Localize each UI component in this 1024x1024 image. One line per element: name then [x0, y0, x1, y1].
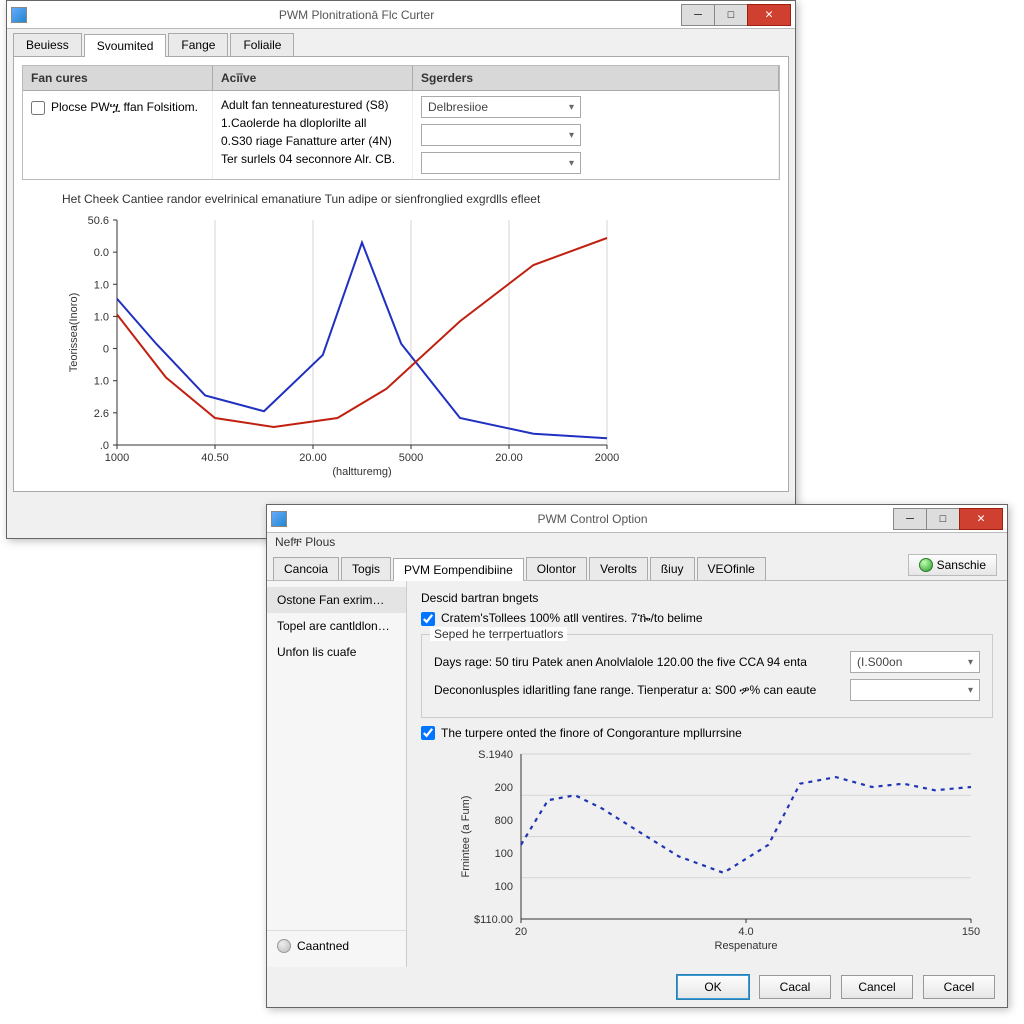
svg-text:200: 200 — [495, 782, 513, 794]
tabs-1: Beuiess Svoumited Fange Foliaile — [7, 29, 795, 56]
section-title: Descid bartran bngets — [421, 591, 993, 605]
cacel-button[interactable]: Cacel — [923, 975, 995, 999]
tab-olontor[interactable]: Olontor — [526, 557, 587, 580]
menubar[interactable]: Nefቸ Plous — [267, 533, 1007, 552]
svg-text:4.0: 4.0 — [738, 926, 753, 938]
chevron-down-icon: ▾ — [968, 657, 973, 668]
cancel-button-2[interactable]: Cancel — [841, 975, 913, 999]
svg-text:20.00: 20.00 — [495, 452, 523, 464]
check-2[interactable]: The turpere onted the finore of Congoran… — [421, 726, 993, 740]
svg-text:1.0: 1.0 — [94, 311, 109, 323]
group-legend: Seped he terrpertuatlors — [430, 627, 567, 641]
close-button[interactable]: ✕ — [959, 508, 1003, 530]
fan-grid: Fan cures Acīīve Sgerders Plocse PWሧ ffa… — [22, 65, 780, 180]
tab-fange[interactable]: Fange — [168, 33, 228, 56]
svg-text:2000: 2000 — [595, 452, 619, 464]
active-line-3: Ter surlels 04 seconnore Alr. CB. — [221, 150, 404, 168]
chevron-down-icon: ▾ — [569, 102, 574, 113]
active-line-1: 1.Caolerde ha dloplorilte all — [221, 114, 404, 132]
svg-text:150: 150 — [962, 926, 980, 938]
tab-togis[interactable]: Togis — [341, 557, 391, 580]
tab-beuiess[interactable]: Beuiess — [13, 33, 82, 56]
row2-combo[interactable]: ▾ — [850, 679, 980, 701]
app-icon — [271, 511, 287, 527]
svg-text:.0: .0 — [100, 440, 109, 452]
side-item-1[interactable]: Topel are cantldlon… — [267, 613, 406, 639]
refresh-icon — [919, 558, 933, 572]
svg-text:1.0: 1.0 — [94, 279, 109, 291]
maximize-button[interactable]: ☐ — [714, 4, 748, 26]
svg-text:1000: 1000 — [105, 452, 129, 464]
svg-text:0: 0 — [103, 344, 109, 356]
titlebar-1: PWM Plonitrationā Flc Curter — ☐ ✕ — [7, 1, 795, 29]
ok-button[interactable]: OK — [677, 975, 749, 999]
app-icon — [11, 7, 27, 23]
active-line-2: 0.S30 riage Fanatture arter (4N) — [221, 132, 404, 150]
check-1[interactable]: Cratem'sTollees 100% atll ventires. 7ዀ/t… — [421, 611, 993, 626]
row1-label: Days rage: 50 tiru Patek anen Anolvlalol… — [434, 655, 844, 669]
combo-1[interactable]: Delbresiioe▾ — [421, 96, 581, 118]
svg-text:Teorissea(Inoro): Teorissea(Inoro) — [68, 293, 80, 372]
tab-svoumited[interactable]: Svoumited — [84, 34, 167, 57]
chart-caption-1: Het Cheek Cantiee randor evelrinical ema… — [62, 192, 780, 206]
chevron-down-icon: ▾ — [569, 158, 574, 169]
col-fan: Fan cures — [23, 66, 213, 90]
svg-text:$110.00: $110.00 — [474, 914, 513, 926]
row2-label: Decononlusples idlaritling fane range. T… — [434, 683, 844, 698]
minimize-button[interactable]: — — [893, 508, 927, 530]
sidebar: Ostone Fan exrim… Topel are cantldlon… U… — [267, 581, 407, 967]
combo-3[interactable]: ▾ — [421, 152, 581, 174]
svg-text:50.6: 50.6 — [88, 215, 109, 227]
svg-text:Respenature: Respenature — [715, 940, 778, 952]
svg-text:(haltturemg): (haltturemg) — [332, 466, 391, 478]
maximize-button[interactable]: ☐ — [926, 508, 960, 530]
combo-2[interactable]: ▾ — [421, 124, 581, 146]
side-item-0[interactable]: Ostone Fan exrim… — [267, 587, 406, 613]
svg-text:100: 100 — [495, 881, 513, 893]
cacal-button[interactable]: Cacal — [759, 975, 831, 999]
svg-text:0.0: 0.0 — [94, 247, 109, 259]
row1-combo[interactable]: (I.S00on▾ — [850, 651, 980, 673]
svg-text:5000: 5000 — [399, 452, 423, 464]
tab-biuy[interactable]: ßiuy — [650, 557, 695, 580]
fan-checkbox[interactable] — [31, 101, 45, 115]
tab-pvm[interactable]: PVM Eompendibiine — [393, 558, 524, 581]
tab-veofinle[interactable]: VEOfinle — [697, 557, 766, 580]
chevron-down-icon: ▾ — [968, 685, 973, 696]
tab-verolts[interactable]: Verolts — [589, 557, 648, 580]
chevron-down-icon: ▾ — [569, 130, 574, 141]
svg-text:800: 800 — [495, 815, 513, 827]
window-title-1: PWM Plonitrationā Flc Curter — [31, 8, 682, 22]
svg-text:Frnintee (a Fum): Frnintee (a Fum) — [460, 796, 472, 878]
svg-text:20.00: 20.00 — [299, 452, 327, 464]
status-icon — [277, 939, 291, 953]
svg-text:40.50: 40.50 — [201, 452, 229, 464]
chart-1: 50.6 0.0 1.0 1.0 0 1.0 2.6 .01000 40.50 20.00 5000… — [62, 210, 780, 483]
svg-text:20: 20 — [515, 926, 527, 938]
active-line-0: Adult fan tenneaturestured (S8) — [221, 96, 404, 114]
col-sgerders: Sgerders — [413, 66, 779, 90]
side-footer: Caantned — [267, 930, 406, 961]
svg-text:2.6: 2.6 — [94, 408, 109, 420]
col-active: Acīīve — [213, 66, 413, 90]
sanschie-button[interactable]: Sanschie — [908, 554, 997, 576]
tab-foliaile[interactable]: Foliaile — [230, 33, 294, 56]
titlebar-2: PWM Control Option — ☐ ✕ — [267, 505, 1007, 533]
side-item-2[interactable]: Unfon lis cuafe — [267, 639, 406, 665]
window-title-2: PWM Control Option — [291, 512, 894, 526]
minimize-button[interactable]: — — [681, 4, 715, 26]
close-button[interactable]: ✕ — [747, 4, 791, 26]
svg-text:100: 100 — [495, 848, 513, 860]
chart-2: S.1940 200 800 100 100 $110.0020 4.0 150 Respena… — [451, 744, 993, 957]
fan-item-label: Plocse PWሧ ffan Folsitiom. — [51, 100, 198, 115]
svg-text:S.1940: S.1940 — [478, 749, 513, 761]
fan-item[interactable]: Plocse PWሧ ffan Folsitiom. — [31, 100, 204, 115]
tab-cancoia[interactable]: Cancoia — [273, 557, 339, 580]
svg-text:1.0: 1.0 — [94, 376, 109, 388]
